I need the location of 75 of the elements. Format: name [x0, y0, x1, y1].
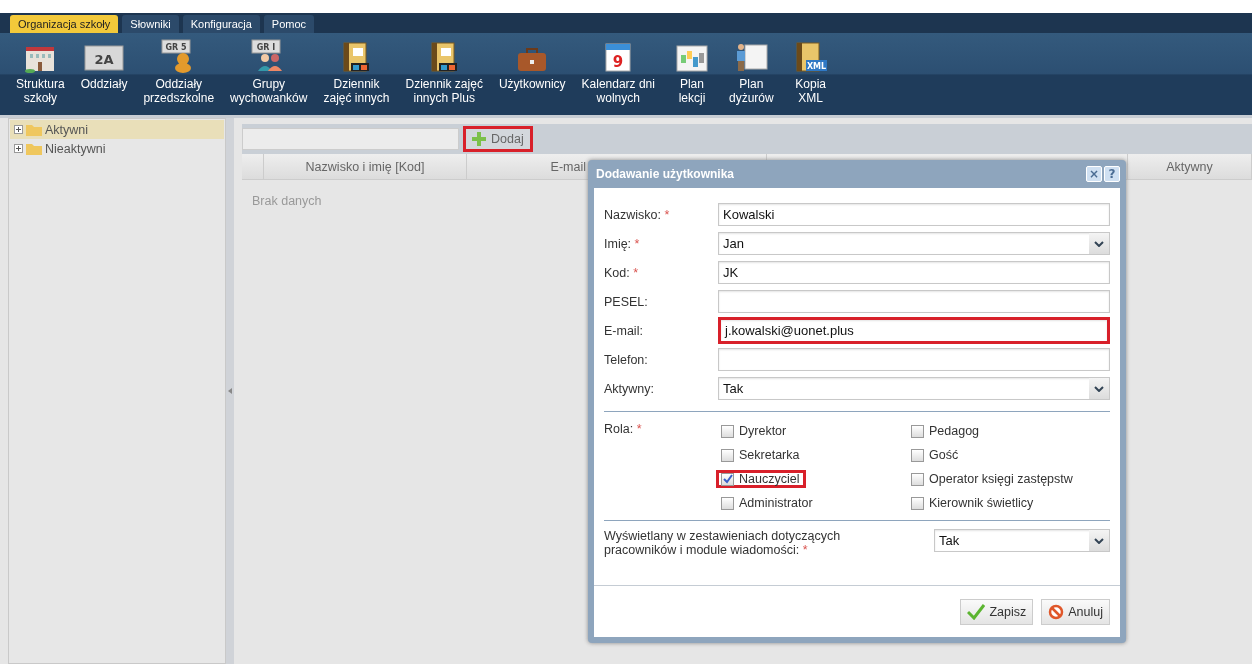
folder-icon — [26, 142, 42, 155]
input-field[interactable] — [718, 290, 1110, 313]
close-button[interactable]: × — [1086, 166, 1102, 182]
search-field[interactable] — [242, 128, 459, 150]
required-mark: * — [633, 265, 639, 280]
journal-film-icon — [429, 41, 460, 73]
field-label: PESEL: — [604, 294, 648, 309]
field-label: Rola: — [604, 422, 634, 436]
select-field[interactable]: Tak — [718, 377, 1110, 400]
required-mark: * — [634, 236, 640, 251]
cancel-button[interactable]: Anuluj — [1041, 598, 1110, 625]
required-mark: * — [636, 422, 642, 436]
toolbar-button-label[interactable]: Grupy wychowanków — [230, 77, 308, 105]
tree-item-label: Nieaktywni — [45, 141, 106, 156]
role-checkbox[interactable]: Kierownik świetlicy — [906, 494, 1041, 512]
role-checkbox[interactable]: Nauczyciel — [716, 470, 807, 488]
empty-message: Brak danych — [252, 194, 322, 208]
role-checkbox[interactable]: Sekretarka — [716, 446, 807, 464]
input-field[interactable] — [718, 348, 1110, 371]
role-checkbox[interactable]: Operator księgi zastępstw — [906, 470, 1080, 488]
column-header[interactable]: Nazwisko i imię [Kod] — [264, 154, 467, 179]
field-label: Wyświetlany w zestawieniach dotyczących pracowników i module wiadomości: * — [604, 529, 842, 557]
menu-tab[interactable]: Konfiguracja — [182, 15, 260, 33]
input-field[interactable]: Kowalski — [718, 203, 1110, 226]
folder-icon — [26, 123, 42, 136]
input-field[interactable]: JK — [718, 261, 1110, 284]
select-field[interactable]: Jan — [718, 232, 1110, 255]
tree-item[interactable]: Nieaktywni — [10, 139, 224, 158]
prohibited-icon — [1048, 603, 1065, 620]
plus-icon — [472, 132, 486, 146]
expand-icon[interactable] — [14, 125, 23, 134]
required-mark: * — [664, 207, 670, 222]
toolbar-button-label[interactable]: Użytkownicy — [498, 77, 566, 91]
column-header[interactable]: Aktywny — [1128, 154, 1252, 179]
select-field[interactable]: Tak — [934, 529, 1110, 552]
toolbar-button-label[interactable]: Struktura szkoły — [16, 77, 65, 105]
tree-item[interactable]: Aktywni — [10, 120, 224, 139]
caret-icon — [1094, 240, 1104, 247]
calendar-icon: 9 — [603, 41, 634, 73]
add-button[interactable]: Dodaj — [463, 126, 533, 152]
dialog-title: Dodawanie użytkownika — [596, 167, 735, 181]
caret-icon — [1094, 537, 1104, 544]
splitter-handle[interactable] — [228, 388, 232, 394]
role-checkbox[interactable]: Dyrektor — [716, 422, 794, 440]
caret-icon — [1094, 385, 1104, 392]
journal-film-icon — [341, 41, 372, 73]
field-label: Kod: — [604, 265, 630, 280]
timetable-icon — [674, 43, 709, 73]
save-button[interactable]: Zapisz — [960, 598, 1034, 625]
field-label: Nazwisko: — [604, 207, 661, 222]
help-button[interactable]: ? — [1104, 166, 1120, 182]
menu-tab[interactable]: Pomoc — [263, 15, 315, 33]
toolbar-button-label[interactable]: Oddziały — [80, 77, 128, 91]
field-label: Imię: — [604, 236, 632, 251]
class-sign-icon: 2A — [83, 43, 126, 73]
menu-tab[interactable]: Słowniki — [122, 15, 179, 33]
expand-icon[interactable] — [14, 144, 23, 153]
field-label: Telefon: — [604, 352, 648, 367]
role-checkbox[interactable]: Pedagog — [906, 422, 987, 440]
field-label: Aktywny: — [604, 381, 654, 396]
role-checkbox[interactable]: Administrator — [716, 494, 820, 512]
toolbar-button-label[interactable]: Kopia XML — [795, 77, 826, 105]
menu-tab[interactable]: Organizacja szkoły — [10, 15, 119, 33]
toolbar-button-label[interactable]: Plan lekcji — [678, 77, 706, 105]
field-label: E-mail: — [604, 323, 643, 338]
toolbar-button-label[interactable]: Dziennik zajęć innych — [323, 77, 390, 105]
toolbar-button-label[interactable]: Dziennik zajęć innych Plus — [405, 77, 483, 105]
toolbar-button-label[interactable]: Kalendarz dni wolnych — [581, 77, 655, 105]
check-icon — [722, 474, 733, 484]
role-checkbox[interactable]: Gość — [906, 446, 966, 464]
toolbar-button-label[interactable]: Oddziały przedszkolne — [143, 77, 215, 105]
tree-item-label: Aktywni — [45, 122, 89, 137]
input-field[interactable]: j.kowalski@uonet.plus — [718, 317, 1110, 344]
toolbar-button-label[interactable]: Plan dyżurów — [728, 77, 774, 105]
checkmark-icon — [967, 603, 986, 620]
